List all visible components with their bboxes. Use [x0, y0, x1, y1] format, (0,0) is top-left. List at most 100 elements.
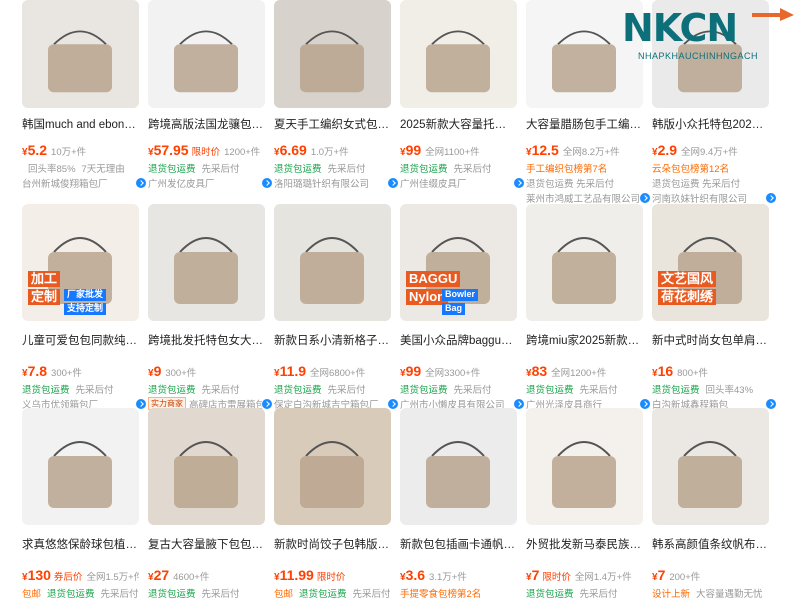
shop-line[interactable]: 莱州市鸿威工艺品有限公司 — [526, 191, 650, 204]
product-title[interactable]: 儿童可爱包包同款纯色草编 — [22, 333, 139, 349]
product-card[interactable]: 2025新款大容量托特包女 ¥99 全网1100+件 退货包运费 先采后付 广州佳缀皮具厂 — [400, 0, 524, 204]
tag-line: 退货包运费 先采后付 — [22, 382, 139, 396]
product-card[interactable]: 跨境miu家2025新款女包裙¥83全网1200+件退货包运费先采后付广州光泽皮… — [526, 204, 650, 410]
service-tag: 退货包运费 — [148, 163, 196, 175]
product-title[interactable]: 美国小众品牌baggu包纯色 — [400, 333, 517, 349]
product-title[interactable]: 2025新款大容量托特包女 — [400, 117, 517, 133]
product-card[interactable]: BAGGUNylonBowlerBag美国小众品牌baggu包纯色¥99全网33… — [400, 204, 524, 410]
tag-line: 退货包运费 回头率43% — [652, 382, 769, 396]
product-card[interactable]: 韩国much and ebong202 ¥5.2 10万+件 回头率85% 7天无理由台… — [22, 0, 146, 204]
product-card[interactable]: 新款包包插画卡通帆布包女¥3.63.1万+件手提零食包榜第2名退货包运费 先采后… — [400, 408, 517, 600]
service-tag: 包邮 — [22, 588, 42, 600]
product-title[interactable]: 外贸批发新马泰民族风大象 — [526, 537, 643, 553]
product-title[interactable]: 跨境批发托特包女大容量通 — [148, 333, 265, 349]
product-title[interactable]: 跨境miu家2025新款女包裙 — [526, 333, 643, 349]
product-thumbnail[interactable]: 加工 定制 厂家批发 支持定制 — [22, 204, 139, 321]
product-thumbnail[interactable]: 文艺国风 荷花刺绣 — [652, 204, 769, 321]
circle-arrow-icon[interactable] — [514, 177, 524, 188]
product-card[interactable]: 文艺国风荷花刺绣新中式时尚女包单肩包女20 ¥16800+件退货包运费回头率43%… — [652, 204, 776, 410]
tag-line: 手提零食包榜第2名 — [400, 586, 517, 600]
image-caption: 定制 — [28, 288, 61, 305]
product-title[interactable]: 韩版小众托特包2025冬季新 — [652, 117, 769, 133]
product-thumbnail[interactable] — [22, 408, 139, 525]
product-card[interactable]: 求真悠悠保龄球包植鞣头层 ¥130券后价全网1.5万+件包邮退货包运费先采后付 — [22, 408, 139, 600]
product-card[interactable]: 外贸批发新马泰民族风大象 ¥7限时价全网1.4万+件退货包运费先采后付 — [526, 408, 643, 600]
circle-arrow-icon[interactable] — [388, 177, 398, 188]
product-title[interactable]: 新中式时尚女包单肩包女20 — [652, 333, 769, 349]
circle-arrow-icon[interactable] — [262, 398, 272, 409]
price-line: ¥7 200+件 — [652, 567, 769, 584]
price-line: ¥2.9 全网9.4万+件 — [652, 142, 769, 159]
product-title[interactable]: 跨境高版法国龙骧包托特包 — [148, 117, 265, 133]
service-tag: 先采后付 — [201, 588, 240, 600]
product-title[interactable]: 大容量腊肠包手工编织包菜 — [526, 117, 643, 133]
product-thumbnail[interactable] — [22, 0, 139, 108]
service-tag: 设计上新 — [652, 588, 691, 600]
product-thumbnail[interactable] — [652, 408, 769, 525]
product-thumbnail[interactable] — [148, 204, 265, 321]
product-card[interactable]: 复古大容量腋下包包女式20 ¥274600+件退货包运费先采后付 — [148, 408, 265, 600]
product-thumbnail[interactable] — [526, 204, 643, 321]
product-image — [148, 408, 265, 525]
circle-arrow-icon[interactable] — [388, 398, 398, 409]
service-tag: 回头率43% — [705, 384, 754, 396]
product-card[interactable]: 韩系高颜值条纹帆布包开学¥7200+件设计上新大容量遇勤无忧退货包运费 先采后付 — [652, 408, 769, 600]
service-tag: 退货包运费 — [526, 588, 574, 600]
shop-line[interactable]: 广州发亿皮具厂 — [148, 176, 272, 189]
circle-arrow-icon[interactable] — [136, 177, 146, 188]
tag-line: 包邮 退货包运费 先采后付 — [274, 586, 391, 600]
product-card[interactable]: 夏天手工编织女式包包新款 ¥6.691.0万+件退货包运费先采后付洛阳璐璐针织有限… — [274, 0, 398, 204]
product-card[interactable]: 跨境高版法国龙骧包托特包 ¥57.95限时价1200+件退货包运费先采后付广州发亿… — [148, 0, 272, 204]
circle-arrow-icon[interactable] — [640, 398, 650, 409]
promo-tag: 券后价 — [53, 572, 83, 583]
shop-line[interactable]: 洛阳璐璐针织有限公司 — [274, 176, 398, 189]
price-value: 7 — [531, 567, 540, 583]
product-title[interactable]: 新款时尚饺子包韩版高级纯 — [274, 537, 391, 553]
tag-line: 包邮 退货包运费 先采后付 — [22, 586, 139, 600]
service-tag: 先采后付 — [327, 384, 366, 396]
price-value: 11.99 — [279, 567, 314, 583]
product-title[interactable]: 新款日系小清新格子时尚手 — [274, 333, 391, 349]
service-tag: 先采后付 — [100, 588, 139, 600]
price-line: ¥11.99 限时价 — [274, 567, 391, 584]
product-thumbnail[interactable] — [148, 0, 265, 108]
product-title[interactable]: 韩系高颜值条纹帆布包开学 — [652, 537, 769, 553]
product-card[interactable]: 新款日系小清新格子时尚手¥11.9全网6800+件退货包运费先采后付保定白沟新城… — [274, 204, 398, 410]
product-card[interactable]: 加工定制厂家批发支持定制儿童可爱包包同款纯色草编 ¥7.8300+件退货包运费先采… — [22, 204, 146, 410]
circle-arrow-icon[interactable] — [640, 192, 650, 203]
shop-line[interactable]: 河南玖妹针织有限公司 — [652, 191, 776, 204]
circle-arrow-icon[interactable] — [766, 192, 776, 203]
price: ¥5.2 — [22, 142, 48, 158]
circle-arrow-icon[interactable] — [262, 177, 272, 188]
circle-arrow-icon[interactable] — [514, 398, 524, 409]
product-title[interactable]: 复古大容量腋下包包女式20 — [148, 537, 265, 553]
circle-arrow-icon[interactable] — [136, 398, 146, 409]
product-title[interactable]: 求真悠悠保龄球包植鞣头层 — [22, 537, 139, 553]
product-title[interactable]: 韩国much and ebong202 — [22, 117, 139, 133]
product-grid: 韩国much and ebong202 ¥5.2 10万+件 回头率85% 7天无理由台… — [22, 0, 776, 600]
product-card[interactable]: 新款时尚饺子包韩版高级纯 ¥11.99限时价包邮退货包运费先采后付 — [274, 408, 391, 600]
product-thumbnail[interactable]: BAGGU Nylon Bowler Bag — [400, 204, 517, 321]
service-tag: 先采后付 — [201, 384, 240, 396]
product-thumbnail[interactable] — [274, 0, 391, 108]
shop-line[interactable]: 广州佳缀皮具厂 — [400, 176, 524, 189]
product-title[interactable]: 新款包包插画卡通帆布包女 — [400, 537, 517, 553]
product-card[interactable]: 跨境批发托特包女大容量通¥9300+件退货包运费先采后付实力商家高碑店市雷展箱包 — [148, 204, 272, 410]
price-value: 16 — [657, 363, 674, 379]
product-image — [148, 0, 265, 108]
product-thumbnail[interactable] — [148, 408, 265, 525]
tag-line: 云朵包包榜第12名 — [652, 161, 769, 175]
sales-count: 全网1100+件 — [425, 147, 480, 158]
product-thumbnail[interactable] — [274, 204, 391, 321]
tag-line: 退货包运费 先采后付 — [274, 161, 391, 175]
product-thumbnail[interactable] — [274, 408, 391, 525]
shop-line[interactable]: 台州新城俊翔箱包厂 — [22, 176, 146, 189]
product-thumbnail[interactable] — [400, 408, 517, 525]
circle-arrow-icon[interactable] — [766, 398, 776, 409]
product-thumbnail[interactable] — [400, 0, 517, 108]
product-title[interactable]: 夏天手工编织女式包包新款 — [274, 117, 391, 133]
product-thumbnail[interactable] — [526, 408, 643, 525]
sales-count: 全网9.4万+件 — [681, 147, 738, 158]
logo-main-text: NKCN — [622, 6, 738, 50]
sales-count: 全网3300+件 — [425, 368, 481, 379]
